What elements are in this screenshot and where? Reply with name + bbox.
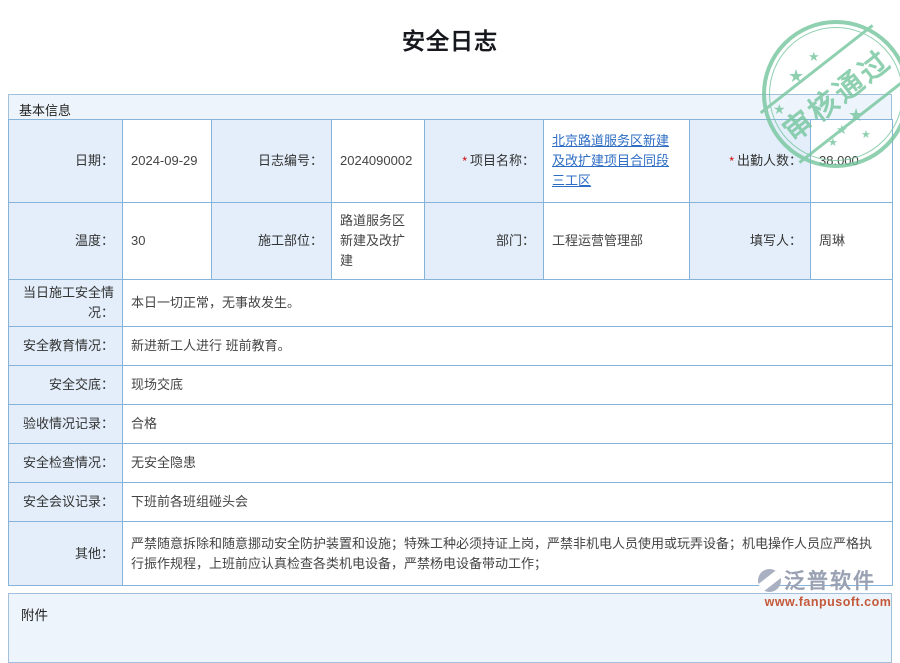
- filled-by-label: 填写人：: [690, 203, 811, 280]
- vendor-logo-row: 泛普软件: [758, 565, 898, 595]
- safety-meeting-value: 下班前各班组碰头会: [123, 483, 893, 522]
- filled-by-value: 周琳: [811, 203, 893, 280]
- daily-safety-label: 当日施工安全情况：: [9, 280, 123, 327]
- log-number-value: 2024090002: [332, 120, 425, 203]
- other-label: 其他：: [9, 522, 123, 586]
- safety-briefing-value: 现场交底: [123, 366, 893, 405]
- project-name-label: *项目名称：: [425, 120, 544, 203]
- table-row: 安全会议记录： 下班前各班组碰头会: [9, 483, 893, 522]
- attendance-label: *出勤人数：: [690, 120, 811, 203]
- safety-inspection-value: 无安全隐患: [123, 444, 893, 483]
- safety-education-label: 安全教育情况：: [9, 327, 123, 366]
- log-number-label: 日志编号：: [212, 120, 332, 203]
- vendor-brand-name: 泛普软件: [784, 565, 876, 595]
- star-icon: ★: [788, 67, 804, 85]
- vendor-url: www.fanpusoft.com: [758, 595, 898, 609]
- daily-safety-value: 本日一切正常，无事故发生。: [123, 280, 893, 327]
- table-row: 当日施工安全情况： 本日一切正常，无事故发生。: [9, 280, 893, 327]
- required-asterisk: *: [462, 154, 467, 168]
- safety-inspection-label: 安全检查情况：: [9, 444, 123, 483]
- table-row: 验收情况记录： 合格: [9, 405, 893, 444]
- construction-part-label: 施工部位：: [212, 203, 332, 280]
- acceptance-record-label: 验收情况记录：: [9, 405, 123, 444]
- safety-briefing-label: 安全交底：: [9, 366, 123, 405]
- attendance-value: 38.000: [811, 120, 893, 203]
- fanpu-logo-icon: [758, 569, 781, 592]
- safety-meeting-label: 安全会议记录：: [9, 483, 123, 522]
- temperature-value: 30: [123, 203, 212, 280]
- department-value: 工程运营管理部: [544, 203, 690, 280]
- table-row: 安全教育情况： 新进新工人进行 班前教育。: [9, 327, 893, 366]
- temperature-label: 温度：: [9, 203, 123, 280]
- vendor-watermark: 泛普软件 www.fanpusoft.com: [758, 565, 898, 609]
- department-label: 部门：: [425, 203, 544, 280]
- table-row: 安全检查情况： 无安全隐患: [9, 444, 893, 483]
- safety-education-value: 新进新工人进行 班前教育。: [123, 327, 893, 366]
- table-row: 日期： 2024-09-29 日志编号： 2024090002 *项目名称： 北…: [9, 120, 893, 203]
- safety-log-form-table: 日期： 2024-09-29 日志编号： 2024090002 *项目名称： 北…: [8, 119, 893, 586]
- construction-part-value: 路道服务区新建及改扩建: [332, 203, 425, 280]
- table-row: 安全交底： 现场交底: [9, 366, 893, 405]
- acceptance-record-value: 合格: [123, 405, 893, 444]
- table-row: 温度： 30 施工部位： 路道服务区新建及改扩建 部门： 工程运营管理部 填写人…: [9, 203, 893, 280]
- required-asterisk: *: [729, 154, 734, 168]
- project-name-value: 北京路道服务区新建及改扩建项目合同段三工区: [544, 120, 690, 203]
- page-title: 安全日志: [0, 22, 900, 56]
- date-value: 2024-09-29: [123, 120, 212, 203]
- project-link[interactable]: 北京路道服务区新建及改扩建项目合同段三工区: [552, 133, 669, 188]
- basic-info-section-header: 基本信息: [8, 94, 892, 119]
- date-label: 日期：: [9, 120, 123, 203]
